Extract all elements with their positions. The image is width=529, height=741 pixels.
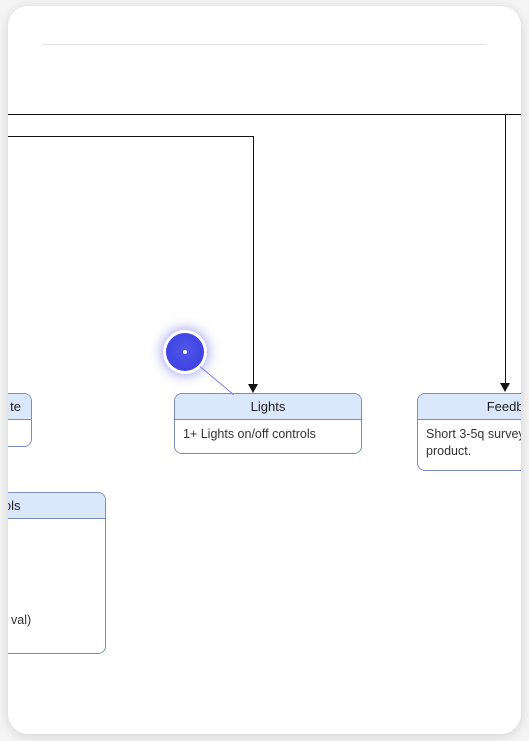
node-controls-title: controls bbox=[8, 493, 105, 519]
connector-branch-h bbox=[8, 136, 254, 137]
connector-lights-v bbox=[253, 136, 254, 386]
node-partial-left-top[interactable]: te bbox=[8, 393, 32, 447]
node-partial-left-top-title: te bbox=[8, 394, 31, 420]
node-feedback[interactable]: Feedbac Short 3-5q survey o product. bbox=[417, 393, 521, 471]
node-lights-body: 1+ Lights on/off controls bbox=[175, 420, 361, 453]
connector-lights-arrow bbox=[248, 384, 258, 393]
node-controls-body: t val) n text val) bbox=[8, 519, 105, 653]
node-controls-line1: t val) bbox=[8, 569, 97, 594]
connector-feedback-arrow bbox=[500, 383, 510, 392]
diagram-canvas[interactable]: te Lights 1+ Lights on/off controls Feed… bbox=[8, 94, 521, 734]
node-partial-left-top-body bbox=[8, 420, 31, 446]
node-controls[interactable]: controls t val) n text val) bbox=[8, 492, 106, 654]
node-controls-line2: n text val) bbox=[8, 608, 97, 633]
connector-feedback-v bbox=[505, 114, 506, 384]
node-feedback-body: Short 3-5q survey o product. bbox=[418, 420, 521, 470]
cursor-marker[interactable] bbox=[166, 333, 204, 371]
app-frame: te Lights 1+ Lights on/off controls Feed… bbox=[8, 6, 521, 734]
node-lights[interactable]: Lights 1+ Lights on/off controls bbox=[174, 393, 362, 454]
cursor-marker-tail bbox=[200, 366, 234, 395]
connector-top-h bbox=[8, 114, 521, 115]
node-feedback-title: Feedbac bbox=[418, 394, 521, 420]
node-lights-title: Lights bbox=[175, 394, 361, 420]
divider-top-1 bbox=[42, 44, 487, 45]
